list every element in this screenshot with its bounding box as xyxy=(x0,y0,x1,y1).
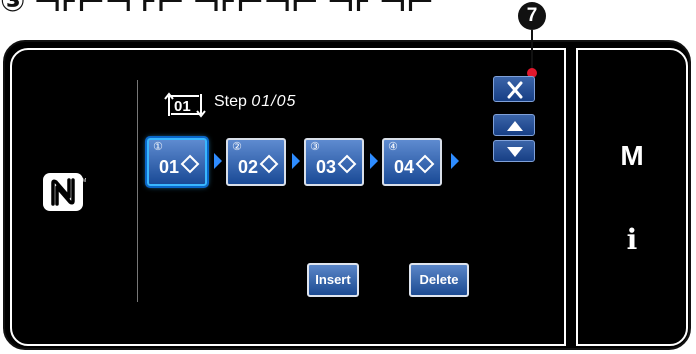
step-label-text: Step xyxy=(214,93,247,110)
step-code: 02 xyxy=(238,157,259,177)
mode-key-button[interactable]: M xyxy=(576,136,688,176)
step-tile-4[interactable]: ④ 04 xyxy=(382,138,442,186)
callout-badge: 7 xyxy=(518,2,546,30)
diamond-arrow-icon xyxy=(415,154,435,174)
step-number-badge: ① xyxy=(153,141,163,153)
step-code: 01 xyxy=(159,157,180,177)
step-code: 03 xyxy=(316,157,337,177)
scroll-down-button[interactable] xyxy=(493,140,535,162)
down-triangle-icon xyxy=(507,147,523,157)
step-number-badge: ② xyxy=(232,141,242,153)
scroll-up-button[interactable] xyxy=(493,114,535,136)
diamond-arrow-icon xyxy=(259,154,279,174)
diamond-arrow-icon xyxy=(337,154,357,174)
step-connector-arrow xyxy=(214,153,222,169)
vertical-divider xyxy=(137,80,138,302)
step-number-badge: ③ xyxy=(310,141,320,153)
step-connector-arrow xyxy=(451,153,459,169)
insert-button[interactable]: Insert xyxy=(307,263,359,297)
side-key-panel xyxy=(576,48,688,346)
up-triangle-icon xyxy=(507,121,523,131)
callout-line xyxy=(531,30,533,72)
step-connector-arrow xyxy=(292,153,300,169)
close-icon xyxy=(507,81,523,99)
info-key-button[interactable]: i xyxy=(576,220,688,260)
step-loop-icon: 01 xyxy=(164,92,206,118)
step-connector-arrow xyxy=(370,153,378,169)
close-button[interactable] xyxy=(493,76,535,102)
step-tile-1[interactable]: ① 01 xyxy=(147,138,207,186)
svg-text:01: 01 xyxy=(174,98,191,115)
svg-text:TM: TM xyxy=(79,178,86,184)
step-number-badge: ④ xyxy=(388,141,398,153)
nfc-icon: TM xyxy=(43,173,86,211)
step-indicator: Step 01/05 xyxy=(214,93,296,111)
step-counter: 01/05 xyxy=(251,93,297,110)
top-caption: ③ ⊣⊦⊢⊣ ⊦⊢ ⊣⊦⊢⊣⊢ ⊣⊦ ⊣⊢ xyxy=(0,0,434,18)
delete-button[interactable]: Delete xyxy=(409,263,469,297)
step-tile-2[interactable]: ② 02 xyxy=(226,138,286,186)
step-code: 04 xyxy=(394,157,415,177)
step-tile-3[interactable]: ③ 03 xyxy=(304,138,364,186)
diamond-arrow-icon xyxy=(180,154,200,174)
